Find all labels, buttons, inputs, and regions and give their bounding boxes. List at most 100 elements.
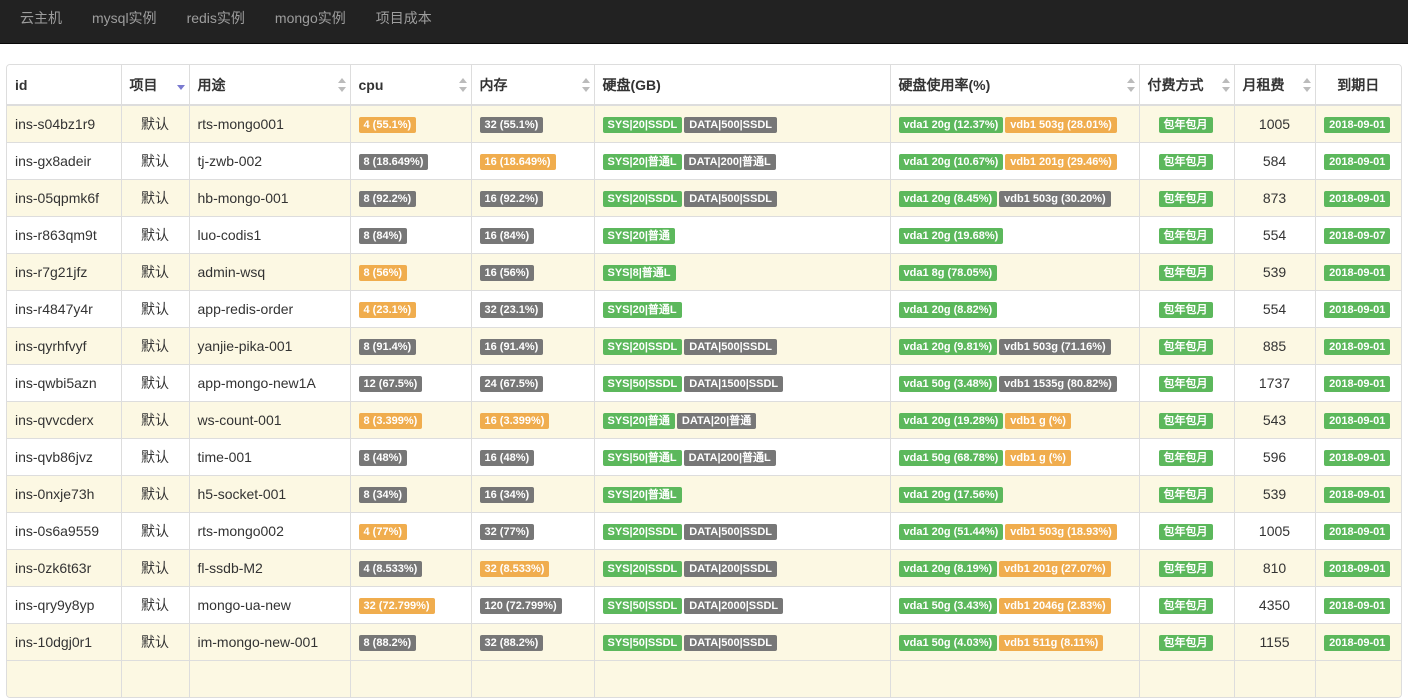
table-row[interactable]: ins-qwbi5azn 默认 app-mongo-new1A 12 (67.5%) 2… bbox=[7, 363, 1401, 401]
column-header-5[interactable]: 硬盘(GB) bbox=[594, 65, 891, 106]
expire-date-badge: 2018-09-01 bbox=[1324, 597, 1391, 614]
purpose-cell: time-001 bbox=[189, 437, 351, 475]
monthly-fee-cell: 4350 bbox=[1234, 585, 1316, 623]
table-row[interactable]: ins-qry9y8yp 默认 mongo-ua-new 32 (72.799%) 12… bbox=[7, 585, 1401, 623]
cpu-cell: 8 (56%) bbox=[350, 252, 472, 290]
disk-badge: SYS|20|普通L bbox=[602, 153, 682, 170]
expire-date-cell: 2018-09-01 bbox=[1315, 363, 1401, 401]
purpose-cell: im-mongo-new-001 bbox=[189, 622, 351, 660]
column-header-8[interactable]: 月租费 bbox=[1234, 65, 1316, 106]
table-row[interactable]: ins-0s6a9559 默认 rts-mongo002 4 (77%) 32 (77%… bbox=[7, 511, 1401, 549]
payment-badge: 包年包月 bbox=[1158, 486, 1213, 503]
top-navbar: 云主机 mysql实例 redis实例 mongo实例 项目成本 bbox=[0, 0, 1408, 44]
memory-cell: 16 (18.649%) bbox=[471, 141, 595, 179]
table-row[interactable]: ins-gx8adeir 默认 tj-zwb-002 8 (18.649%) 16 (1… bbox=[7, 141, 1401, 179]
table-row[interactable]: ins-r4847y4r 默认 app-redis-order 4 (23.1%) 32… bbox=[7, 289, 1401, 327]
cpu-badge: 4 (77%) bbox=[358, 523, 408, 540]
payment-cell: 包年包月 bbox=[1139, 178, 1235, 216]
expire-date-badge: 2018-09-01 bbox=[1324, 486, 1391, 503]
payment-cell: 包年包月 bbox=[1139, 474, 1235, 512]
column-header-1[interactable]: 项目 bbox=[121, 65, 190, 106]
nav-item-3[interactable]: mongo实例 bbox=[260, 0, 361, 36]
sort-icon[interactable] bbox=[176, 78, 185, 94]
memory-cell: 32 (88.2%) bbox=[471, 622, 595, 660]
project-cell: 默认 bbox=[121, 289, 190, 327]
instance-id-cell: ins-s04bz1r9 bbox=[7, 104, 122, 142]
sort-icon[interactable] bbox=[337, 78, 346, 94]
column-header-6[interactable]: 硬盘使用率(%) bbox=[890, 65, 1140, 106]
disk-cell: SYS|8|普通L bbox=[594, 252, 891, 290]
table-row[interactable]: ins-r863qm9t 默认 luo-codis1 8 (84%) 16 (84%) S… bbox=[7, 215, 1401, 253]
column-header-9[interactable]: 到期日 bbox=[1315, 65, 1401, 106]
expire-date-badge: 2018-09-01 bbox=[1324, 153, 1391, 170]
disk-usage-cell: vda1 50g (4.03%) vdb1 511g (8.11%) bbox=[890, 622, 1140, 660]
expire-date-cell: 2018-09-01 bbox=[1315, 474, 1401, 512]
disk-usage-cell: vda1 20g (19.28%) vdb1 g (%) bbox=[890, 400, 1140, 438]
memory-cell: 32 (8.533%) bbox=[471, 548, 595, 586]
monthly-fee-cell: 543 bbox=[1234, 400, 1316, 438]
payment-badge: 包年包月 bbox=[1158, 301, 1213, 318]
monthly-fee-cell: 873 bbox=[1234, 178, 1316, 216]
instance-id-cell: ins-05qpmk6f bbox=[7, 178, 122, 216]
nav-item-2[interactable]: redis实例 bbox=[172, 0, 260, 36]
column-header-3[interactable]: cpu bbox=[350, 65, 472, 106]
table-row[interactable]: ins-qvb86jvz 默认 time-001 8 (48%) 16 (48%) SYS… bbox=[7, 437, 1401, 475]
cpu-badge: 8 (56%) bbox=[358, 264, 408, 281]
table-row[interactable]: ins-10dgj0r1 默认 im-mongo-new-001 8 (88.2%) 3… bbox=[7, 622, 1401, 660]
sort-icon[interactable] bbox=[581, 78, 590, 94]
purpose-cell: app-redis-order bbox=[189, 289, 351, 327]
cpu-cell: 8 (91.4%) bbox=[350, 326, 472, 364]
memory-cell: 16 (92.2%) bbox=[471, 178, 595, 216]
project-cell: 默认 bbox=[121, 474, 190, 512]
empty-cell bbox=[121, 659, 190, 697]
memory-badge: 32 (77%) bbox=[479, 523, 535, 540]
table-row[interactable]: ins-0zk6t63r 默认 fl-ssdb-M2 4 (8.533%) 32 (8.… bbox=[7, 548, 1401, 586]
purpose-cell: app-mongo-new1A bbox=[189, 363, 351, 401]
column-header-4[interactable]: 内存 bbox=[471, 65, 595, 106]
disk-badge: SYS|20|SSDL bbox=[602, 338, 683, 355]
table-row[interactable]: ins-qyrhfvyf 默认 yanjie-pika-001 8 (91.4%) 16… bbox=[7, 326, 1401, 364]
instance-id-cell: ins-qry9y8yp bbox=[7, 585, 122, 623]
column-header-0[interactable]: id bbox=[7, 65, 122, 106]
table-row[interactable]: ins-qvvcderx 默认 ws-count-001 8 (3.399%) 16 (… bbox=[7, 400, 1401, 438]
disk-usage-badge: vda1 20g (8.19%) bbox=[898, 560, 998, 577]
column-header-label: 硬盘(GB) bbox=[602, 76, 661, 93]
cpu-badge: 8 (48%) bbox=[358, 449, 408, 466]
sort-icon[interactable] bbox=[458, 78, 467, 94]
table-row[interactable] bbox=[7, 659, 1401, 697]
column-header-7[interactable]: 付费方式 bbox=[1139, 65, 1235, 106]
sort-icon[interactable] bbox=[1302, 78, 1311, 94]
monthly-fee-cell: 584 bbox=[1234, 141, 1316, 179]
disk-usage-badge: vda1 50g (68.78%) bbox=[898, 449, 1004, 466]
instance-id-cell: ins-0nxje73h bbox=[7, 474, 122, 512]
cpu-badge: 4 (23.1%) bbox=[358, 301, 417, 318]
column-header-2[interactable]: 用途 bbox=[189, 65, 351, 106]
table-row[interactable]: ins-r7g21jfz 默认 admin-wsq 8 (56%) 16 (56%) SY… bbox=[7, 252, 1401, 290]
purpose-cell: yanjie-pika-001 bbox=[189, 326, 351, 364]
nav-item-0[interactable]: 云主机 bbox=[5, 0, 77, 36]
disk-usage-badge: vdb1 503g (30.20%) bbox=[999, 190, 1111, 207]
purpose-cell: rts-mongo002 bbox=[189, 511, 351, 549]
monthly-fee-cell: 1155 bbox=[1234, 622, 1316, 660]
disk-usage-badge: vda1 20g (10.67%) bbox=[898, 153, 1004, 170]
table-row[interactable]: ins-0nxje73h 默认 h5-socket-001 8 (34%) 16 (34… bbox=[7, 474, 1401, 512]
disk-badge: SYS|50|SSDL bbox=[602, 634, 683, 651]
sort-icon[interactable] bbox=[1221, 78, 1230, 94]
memory-cell: 16 (3.399%) bbox=[471, 400, 595, 438]
disk-usage-cell: vda1 20g (10.67%) vdb1 201g (29.46%) bbox=[890, 141, 1140, 179]
disk-usage-badge: vdb1 1535g (80.82%) bbox=[999, 375, 1117, 392]
disk-badge: SYS|20|SSDL bbox=[602, 560, 683, 577]
table-row[interactable]: ins-s04bz1r9 默认 rts-mongo001 4 (55.1%) 32 (5… bbox=[7, 104, 1401, 142]
expire-date-badge: 2018-09-01 bbox=[1324, 523, 1391, 540]
cpu-cell: 8 (84%) bbox=[350, 215, 472, 253]
disk-badge: SYS|20|普通 bbox=[602, 412, 675, 429]
sort-icon[interactable] bbox=[1126, 78, 1135, 94]
expire-date-badge: 2018-09-01 bbox=[1324, 338, 1391, 355]
empty-cell bbox=[1139, 659, 1235, 697]
cpu-cell: 8 (92.2%) bbox=[350, 178, 472, 216]
memory-badge: 16 (91.4%) bbox=[479, 338, 544, 355]
nav-item-1[interactable]: mysql实例 bbox=[77, 0, 172, 36]
monthly-fee-cell: 885 bbox=[1234, 326, 1316, 364]
table-row[interactable]: ins-05qpmk6f 默认 hb-mongo-001 8 (92.2%) 16 (9… bbox=[7, 178, 1401, 216]
nav-item-4[interactable]: 项目成本 bbox=[361, 0, 447, 36]
